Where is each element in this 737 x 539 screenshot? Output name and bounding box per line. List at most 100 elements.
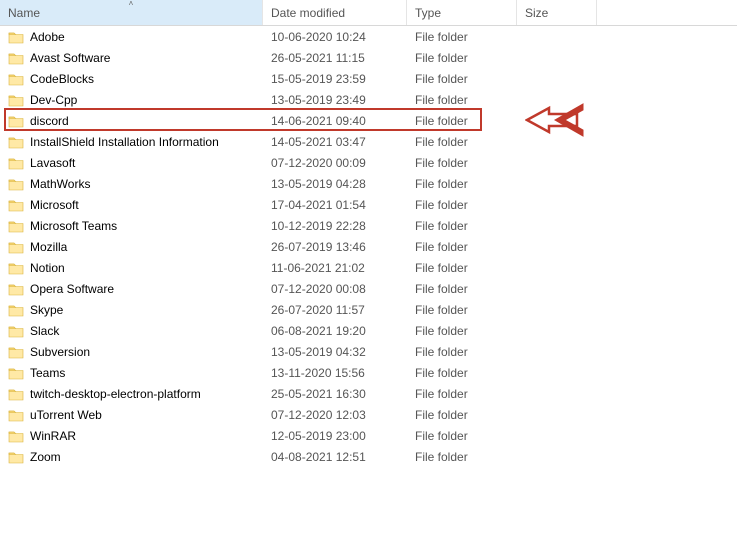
file-date: 04-08-2021 12:51 xyxy=(263,450,407,464)
column-header-name[interactable]: Name ˄ xyxy=(0,0,263,25)
file-name: Skype xyxy=(30,303,63,317)
list-item[interactable]: Slack 06-08-2021 19:20File folder xyxy=(0,320,737,341)
list-item[interactable]: Subversion13-05-2019 04:32File folder xyxy=(0,341,737,362)
file-name: Microsoft xyxy=(30,198,79,212)
column-header-size[interactable]: Size xyxy=(517,0,597,25)
list-item[interactable]: Dev-Cpp 13-05-2019 23:49File folder xyxy=(0,89,737,110)
folder-icon xyxy=(8,387,24,401)
file-date: 13-11-2020 15:56 xyxy=(263,366,407,380)
list-item[interactable]: Opera Software07-12-2020 00:08File folde… xyxy=(0,278,737,299)
list-item[interactable]: WinRAR 12-05-2019 23:00File folder xyxy=(0,425,737,446)
list-item[interactable]: uTorrent Web 07-12-2020 12:03File folder xyxy=(0,404,737,425)
file-date: 06-08-2021 19:20 xyxy=(263,324,407,338)
file-name: CodeBlocks xyxy=(30,72,94,86)
folder-icon xyxy=(8,324,24,338)
file-type: File folder xyxy=(407,429,517,443)
file-name: Dev-Cpp xyxy=(30,93,77,107)
file-name: MathWorks xyxy=(30,177,90,191)
list-item[interactable]: MathWorks 13-05-2019 04:28File folder xyxy=(0,173,737,194)
file-name: Slack xyxy=(30,324,59,338)
folder-icon xyxy=(8,93,24,107)
folder-icon xyxy=(8,51,24,65)
column-header-date[interactable]: Date modified xyxy=(263,0,407,25)
file-date: 15-05-2019 23:59 xyxy=(263,72,407,86)
file-type: File folder xyxy=(407,450,517,464)
file-name: uTorrent Web xyxy=(30,408,102,422)
file-date: 25-05-2021 16:30 xyxy=(263,387,407,401)
file-list: Adobe10-06-2020 10:24File folderAvast So… xyxy=(0,26,737,467)
folder-icon xyxy=(8,114,24,128)
list-item[interactable]: Microsoft Teams10-12-2019 22:28File fold… xyxy=(0,215,737,236)
file-type: File folder xyxy=(407,324,517,338)
list-item[interactable]: Zoom 04-08-2021 12:51File folder xyxy=(0,446,737,467)
folder-icon xyxy=(8,135,24,149)
folder-icon xyxy=(8,282,24,296)
file-name: discord xyxy=(30,114,69,128)
file-date: 07-12-2020 00:09 xyxy=(263,156,407,170)
file-name: twitch-desktop-electron-platform xyxy=(30,387,201,401)
file-date: 14-06-2021 09:40 xyxy=(263,114,407,128)
file-date: 14-05-2021 03:47 xyxy=(263,135,407,149)
list-item[interactable]: Teams13-11-2020 15:56File folder xyxy=(0,362,737,383)
file-type: File folder xyxy=(407,156,517,170)
file-type: File folder xyxy=(407,177,517,191)
list-item[interactable]: InstallShield Installation Information14… xyxy=(0,131,737,152)
file-type: File folder xyxy=(407,72,517,86)
file-name: Notion xyxy=(30,261,65,275)
list-item[interactable]: Notion 11-06-2021 21:02File folder xyxy=(0,257,737,278)
column-header-name-label: Name xyxy=(8,6,40,20)
file-date: 11-06-2021 21:02 xyxy=(263,261,407,275)
folder-icon xyxy=(8,198,24,212)
file-type: File folder xyxy=(407,135,517,149)
list-item[interactable]: Microsoft 17-04-2021 01:54File folder xyxy=(0,194,737,215)
file-name: Lavasoft xyxy=(30,156,75,170)
file-type: File folder xyxy=(407,282,517,296)
file-type: File folder xyxy=(407,303,517,317)
column-header-date-label: Date modified xyxy=(271,6,345,20)
column-header-row: Name ˄ Date modified Type Size xyxy=(0,0,737,26)
column-header-type-label: Type xyxy=(415,6,441,20)
file-type: File folder xyxy=(407,366,517,380)
folder-icon xyxy=(8,261,24,275)
file-date: 07-12-2020 00:08 xyxy=(263,282,407,296)
file-type: File folder xyxy=(407,198,517,212)
file-date: 13-05-2019 04:28 xyxy=(263,177,407,191)
file-name: Subversion xyxy=(30,345,90,359)
list-item[interactable]: Lavasoft 07-12-2020 00:09File folder xyxy=(0,152,737,173)
file-date: 12-05-2019 23:00 xyxy=(263,429,407,443)
file-date: 26-07-2019 13:46 xyxy=(263,240,407,254)
list-item[interactable]: Adobe10-06-2020 10:24File folder xyxy=(0,26,737,47)
list-item[interactable]: twitch-desktop-electron-platform 25-05-20… xyxy=(0,383,737,404)
file-name: Adobe xyxy=(30,30,65,44)
folder-icon xyxy=(8,30,24,44)
list-item[interactable]: Avast Software26-05-2021 11:15File folde… xyxy=(0,47,737,68)
folder-icon xyxy=(8,177,24,191)
file-type: File folder xyxy=(407,408,517,422)
file-type: File folder xyxy=(407,261,517,275)
file-date: 07-12-2020 12:03 xyxy=(263,408,407,422)
file-name: Zoom xyxy=(30,450,61,464)
file-date: 17-04-2021 01:54 xyxy=(263,198,407,212)
folder-icon xyxy=(8,408,24,422)
folder-icon xyxy=(8,366,24,380)
folder-icon xyxy=(8,156,24,170)
folder-icon xyxy=(8,450,24,464)
list-item[interactable]: discord 14-06-2021 09:40File folder xyxy=(0,110,737,131)
list-item[interactable]: Skype 26-07-2020 11:57File folder xyxy=(0,299,737,320)
list-item[interactable]: Mozilla26-07-2019 13:46File folder xyxy=(0,236,737,257)
file-type: File folder xyxy=(407,93,517,107)
file-type: File folder xyxy=(407,219,517,233)
file-date: 26-07-2020 11:57 xyxy=(263,303,407,317)
folder-icon xyxy=(8,219,24,233)
file-type: File folder xyxy=(407,240,517,254)
list-item[interactable]: CodeBlocks 15-05-2019 23:59File folder xyxy=(0,68,737,89)
column-header-type[interactable]: Type xyxy=(407,0,517,25)
file-date: 13-05-2019 23:49 xyxy=(263,93,407,107)
file-name: WinRAR xyxy=(30,429,76,443)
column-header-size-label: Size xyxy=(525,6,548,20)
folder-icon xyxy=(8,72,24,86)
folder-icon xyxy=(8,303,24,317)
file-name: Microsoft Teams xyxy=(30,219,117,233)
file-type: File folder xyxy=(407,114,517,128)
file-type: File folder xyxy=(407,51,517,65)
